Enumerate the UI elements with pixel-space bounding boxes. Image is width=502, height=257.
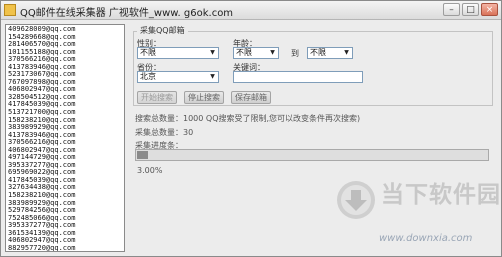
close-button[interactable]: ×: [481, 3, 498, 16]
chevron-down-icon: ▼: [210, 49, 215, 56]
minimize-button[interactable]: –: [443, 3, 460, 16]
chevron-down-icon: ▼: [344, 49, 349, 56]
collect-progress-bar: [135, 149, 489, 161]
filter-group-legend: 采集QQ邮箱: [137, 25, 188, 36]
app-window: QQ邮件在线采集器 广视软件_www. g6ok.com – □ × 40962…: [0, 0, 502, 257]
keyword-input[interactable]: [233, 71, 363, 83]
email-result-list[interactable]: 409628009@qq.com 154289668@qq.com 28140657…: [5, 24, 125, 252]
chevron-down-icon: ▼: [210, 73, 215, 80]
app-mail-icon: [4, 4, 16, 16]
start-search-button[interactable]: 开始搜索: [137, 91, 177, 104]
collect-total-text: 采集总数量：30: [135, 128, 194, 137]
maximize-button[interactable]: □: [462, 3, 479, 16]
window-title: QQ邮件在线采集器 广视软件_www. g6ok.com: [20, 8, 234, 19]
stop-search-button[interactable]: 停止搜索: [184, 91, 224, 104]
age-from-select[interactable]: 不限 ▼: [233, 47, 279, 59]
age-from-value: 不限: [236, 48, 252, 57]
gender-select[interactable]: 不限 ▼: [137, 47, 219, 59]
list-item[interactable]: 882957720@qq.com: [8, 244, 124, 251]
province-select[interactable]: 北京 ▼: [137, 71, 219, 83]
window-controls: – □ ×: [443, 3, 498, 16]
gender-select-value: 不限: [140, 48, 156, 57]
age-to-value: 不限: [310, 48, 326, 57]
age-to-label: 到: [291, 49, 299, 58]
progress-percent-text: 3.00%: [137, 166, 163, 175]
watermark-url: www.downxia.com: [379, 233, 473, 244]
watermark-logo-icon: [337, 181, 375, 219]
save-email-button[interactable]: 保存邮箱: [231, 91, 271, 104]
watermark-text: 当下软件园: [381, 182, 501, 208]
search-total-text: 搜索总数量：1000 QQ搜索受了限制,您可以改变条件再次搜索): [135, 114, 361, 123]
progress-fill: [137, 151, 148, 159]
chevron-down-icon: ▼: [270, 49, 275, 56]
age-to-select[interactable]: 不限 ▼: [307, 47, 353, 59]
province-select-value: 北京: [140, 72, 156, 81]
title-bar[interactable]: QQ邮件在线采集器 广视软件_www. g6ok.com – □ ×: [1, 1, 501, 20]
